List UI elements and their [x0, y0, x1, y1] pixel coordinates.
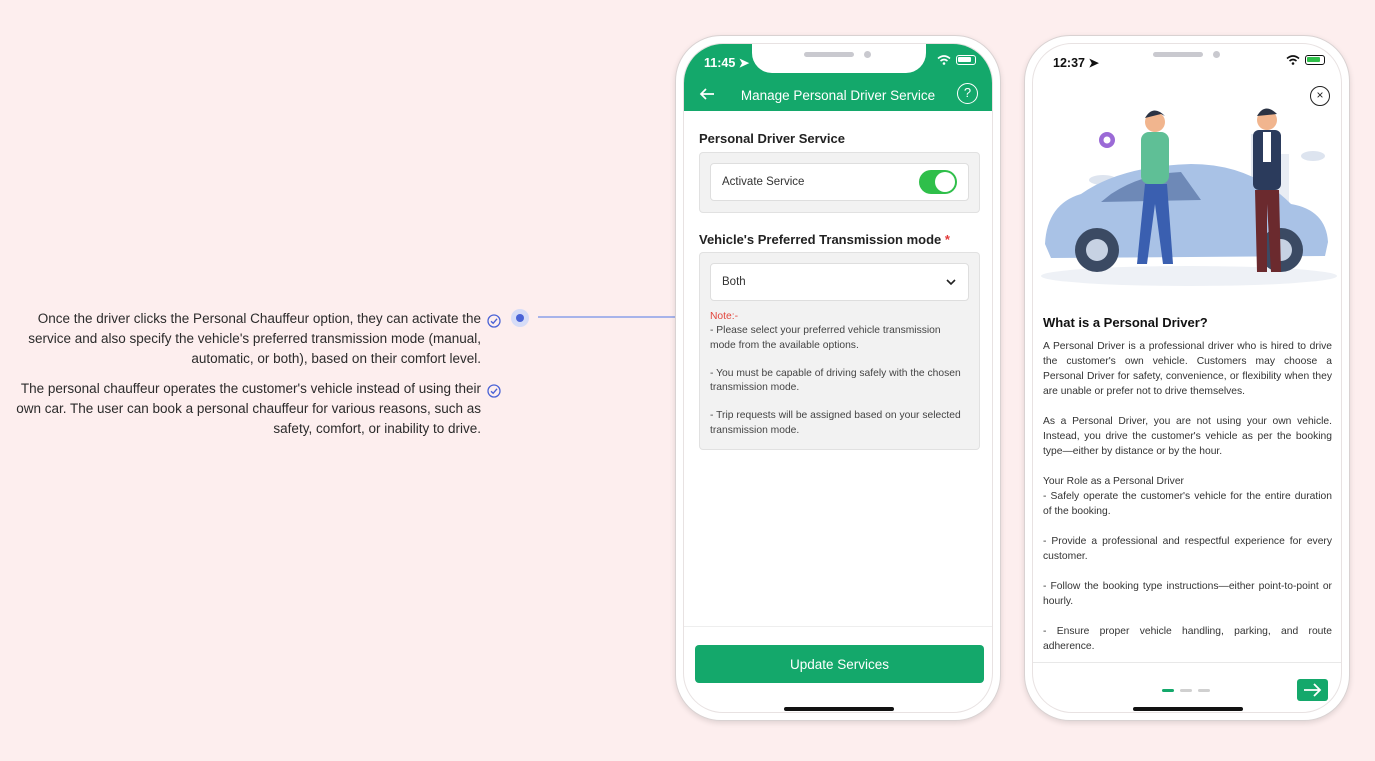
check-circle-icon: [487, 314, 501, 328]
info-paragraph: Your Role as a Personal Driver - Safely …: [1043, 476, 1332, 517]
phone-frame-personal-driver-info: 12:37 ➤ × What is a Personal Driver? A P…: [1024, 35, 1350, 721]
info-body: A Personal Driver is a professional driv…: [1043, 339, 1332, 669]
transmission-value: Both: [722, 276, 746, 288]
home-indicator: [1133, 707, 1243, 711]
next-button[interactable]: [1297, 679, 1328, 701]
wifi-icon: [937, 55, 951, 65]
pagination-dot-active[interactable]: [1162, 689, 1174, 692]
status-time: 11:45 ➤: [704, 56, 750, 70]
home-indicator: [784, 707, 894, 711]
status-time: 12:37 ➤: [1053, 56, 1099, 70]
close-icon[interactable]: ×: [1310, 86, 1330, 106]
divider: [684, 626, 992, 627]
app-bar: Manage Personal Driver Service ?: [684, 80, 992, 111]
phone-screen: 12:37 ➤ × What is a Personal Driver? A P…: [1032, 43, 1342, 713]
info-heading: What is a Personal Driver?: [1043, 315, 1208, 330]
pagination-dots: [1162, 689, 1210, 692]
divider: [1033, 662, 1341, 663]
location-arrow-icon: ➤: [1088, 56, 1099, 70]
check-circle-icon: [487, 384, 501, 398]
transmission-select[interactable]: Both: [710, 263, 969, 301]
personal-driver-illustration: [1041, 108, 1337, 286]
note-label: Note:-: [710, 311, 739, 322]
info-paragraph: - Ensure proper vehicle handling, parkin…: [1043, 626, 1332, 652]
transmission-note: Note:- - Please select your preferred ve…: [710, 310, 969, 452]
note-item: - Please select your preferred vehicle t…: [710, 325, 941, 351]
annotation-text-chauffeur: The personal chauffeur operates the cust…: [16, 381, 481, 436]
wifi-icon: [1286, 55, 1300, 65]
status-icons: [1286, 55, 1325, 65]
info-paragraph: A Personal Driver is a professional driv…: [1043, 341, 1332, 397]
page-title: Manage Personal Driver Service: [740, 88, 936, 103]
section-title-transmission: Vehicle's Preferred Transmission mode *: [699, 232, 950, 247]
arrow-right-icon: [1304, 683, 1322, 697]
activate-service-row: Activate Service: [710, 163, 969, 201]
location-arrow-icon: ➤: [738, 56, 750, 70]
pagination-dot[interactable]: [1198, 689, 1210, 692]
note-item: - You must be capable of driving safely …: [710, 367, 961, 394]
note-item: - Trip requests will be assigned based o…: [710, 410, 961, 436]
pagination-dot[interactable]: [1180, 689, 1192, 692]
annotation-dot-icon: [511, 309, 529, 327]
activate-service-card: Activate Service: [699, 152, 980, 213]
info-paragraph: - Provide a professional and respectful …: [1043, 536, 1332, 562]
status-icons: [937, 55, 976, 65]
phone-frame-manage-service: 11:45 ➤ Manage Personal Driver Service ?…: [675, 35, 1001, 721]
annotation-connector-line: [538, 316, 680, 318]
transmission-card: Both Note:- - Please select your preferr…: [699, 252, 980, 450]
activate-service-toggle[interactable]: [919, 170, 957, 194]
section-title-service: Personal Driver Service: [699, 131, 845, 146]
phone-screen: 11:45 ➤ Manage Personal Driver Service ?…: [683, 43, 993, 713]
annotation-text-activation: Once the driver clicks the Personal Chau…: [28, 311, 481, 366]
info-paragraph: - Follow the booking type instructions—e…: [1043, 581, 1332, 607]
info-paragraph: As a Personal Driver, you are not using …: [1043, 416, 1332, 457]
required-mark: *: [944, 232, 950, 247]
help-icon[interactable]: ?: [957, 83, 978, 104]
battery-icon: [1305, 55, 1325, 65]
phone-notch: [1101, 44, 1275, 73]
battery-icon: [956, 55, 976, 65]
update-services-button[interactable]: Update Services: [695, 645, 984, 683]
back-arrow-icon[interactable]: [698, 85, 716, 103]
chevron-down-icon: [946, 279, 956, 286]
phone-notch: [752, 44, 926, 73]
activate-service-label: Activate Service: [722, 176, 805, 188]
